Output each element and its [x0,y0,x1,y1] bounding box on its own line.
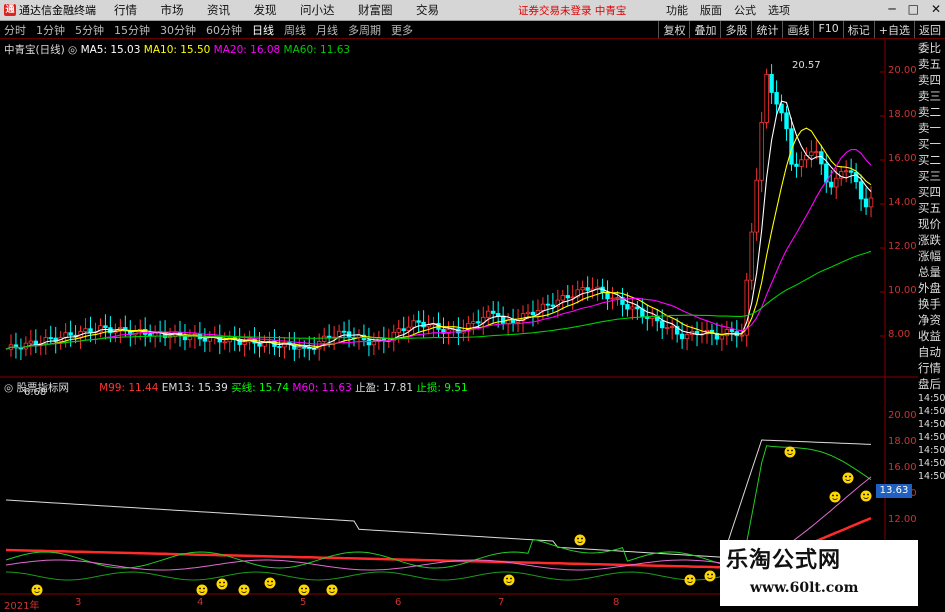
side-panel-item[interactable]: 行情 [918,360,945,376]
side-panel-item[interactable]: 收益 [918,328,945,344]
side-panel-item[interactable]: 14:50 [918,431,945,444]
side-panel-item[interactable]: 14:50 [918,392,945,405]
signal-smiley-icon [842,472,854,484]
side-panel-item[interactable]: 净资 [918,312,945,328]
side-panel-item[interactable]: 卖二 [918,104,945,120]
price-tick: 8.00 [888,329,911,340]
date-tick: 3 [75,597,82,608]
signal-smiley-icon [196,584,208,596]
kline-chart[interactable] [0,0,945,609]
side-panel-item[interactable]: 卖一 [918,120,945,136]
indicator-tick: 16.00 [888,462,917,473]
side-panel-item[interactable]: 总量 [918,264,945,280]
settings-icon[interactable]: ◎ [68,44,77,56]
date-tick: 6 [395,597,402,608]
signal-smiley-icon [860,490,872,502]
side-panel-item[interactable]: 14:50 [918,418,945,431]
side-panel-item[interactable]: 买三 [918,168,945,184]
watermark-logo: 乐淘公式网 www.60lt.com [720,540,918,606]
signal-smiley-icon [503,574,515,586]
side-panel-item[interactable]: 卖三 [918,88,945,104]
indicator-legend: ◎ 股票指标网 M99: 11.44 EM13: 15.39 买线: 15.74… [4,380,468,395]
signal-smiley-icon [31,584,43,596]
side-panel-item[interactable]: 买二 [918,152,945,168]
side-panel-item[interactable]: 买五 [918,200,945,216]
signal-smiley-icon [704,570,716,582]
price-tick: 18.00 [888,109,917,120]
indicator-tick: 12.00 [888,514,917,525]
side-panel-item[interactable]: 买一 [918,136,945,152]
side-panel-item[interactable]: 买四 [918,184,945,200]
side-panel-item[interactable]: 现价 [918,216,945,232]
signal-smiley-icon [784,446,796,458]
indicator-tick: 18.00 [888,436,917,447]
price-tick: 14.00 [888,197,917,208]
m60-value: M60: 11.63 [292,382,352,394]
date-tick: 4 [197,597,204,608]
settings-icon[interactable]: ◎ [4,382,13,394]
ma5-value: MA5: 15.03 [80,44,141,56]
signal-smiley-icon [238,584,250,596]
date-tick: 7 [498,597,505,608]
side-panel-item[interactable]: 涨幅 [918,248,945,264]
stock-name: 中青宝(日线) [4,44,65,56]
em13-value: EM13: 15.39 [161,382,228,394]
signal-smiley-icon [216,578,228,590]
price-tick: 16.00 [888,153,917,164]
side-panel-item[interactable]: 换手 [918,296,945,312]
side-panel-item[interactable]: 14:50 [918,470,945,483]
high-price-label: 20.57 [792,60,821,71]
side-panel-item[interactable]: 委比 [918,40,945,56]
side-panel-item[interactable]: 14:50 [918,405,945,418]
m99-value: M99: 11.44 [99,382,159,394]
watermark-url: www.60lt.com [750,580,859,596]
date-tick: 2021年 [4,601,40,612]
price-tick: 20.00 [888,65,917,76]
side-panel-item[interactable]: 14:50 [918,457,945,470]
ma10-value: MA10: 15.50 [143,44,211,56]
signal-smiley-icon [298,584,310,596]
ma60-value: MA60: 11.63 [283,44,351,56]
side-panel-item[interactable]: 涨跌 [918,232,945,248]
side-panel-item[interactable]: 14:50 [918,444,945,457]
side-panel-item[interactable]: 自动 [918,344,945,360]
stop-loss-value: 止损: 9.51 [416,382,468,394]
stop-gain-value: 止盈: 17.81 [355,382,414,394]
buy-line-value: 买线: 15.74 [231,382,290,394]
date-tick: 5 [300,597,307,608]
price-tick: 10.00 [888,285,917,296]
low-price-label: 6.68 [24,387,47,398]
ma20-value: MA20: 16.08 [213,44,281,56]
main-legend: 中青宝(日线) ◎ MA5: 15.03 MA10: 15.50 MA20: 1… [4,42,350,57]
price-tick: 12.00 [888,241,917,252]
date-tick: 8 [613,597,620,608]
signal-smiley-icon [829,491,841,503]
watermark-title: 乐淘公式网 [726,548,842,573]
side-panel-item[interactable]: 外盘 [918,280,945,296]
side-panel-item[interactable]: 盘后 [918,376,945,392]
signal-smiley-icon [684,574,696,586]
side-panel-item[interactable]: 卖五 [918,56,945,72]
signal-smiley-icon [574,534,586,546]
side-panel-item[interactable]: 卖四 [918,72,945,88]
quote-side-panel: 委比 卖五 卖四 卖三 卖二 卖一 买一 买二 买三 买四 买五 现价 涨跌 涨幅 总量 外盘 换手 净资 收益 自动… [918,40,945,609]
indicator-tick: 20.00 [888,410,917,421]
signal-smiley-icon [264,577,276,589]
signal-smiley-icon [326,584,338,596]
current-value-box: 13.63 [876,484,912,498]
